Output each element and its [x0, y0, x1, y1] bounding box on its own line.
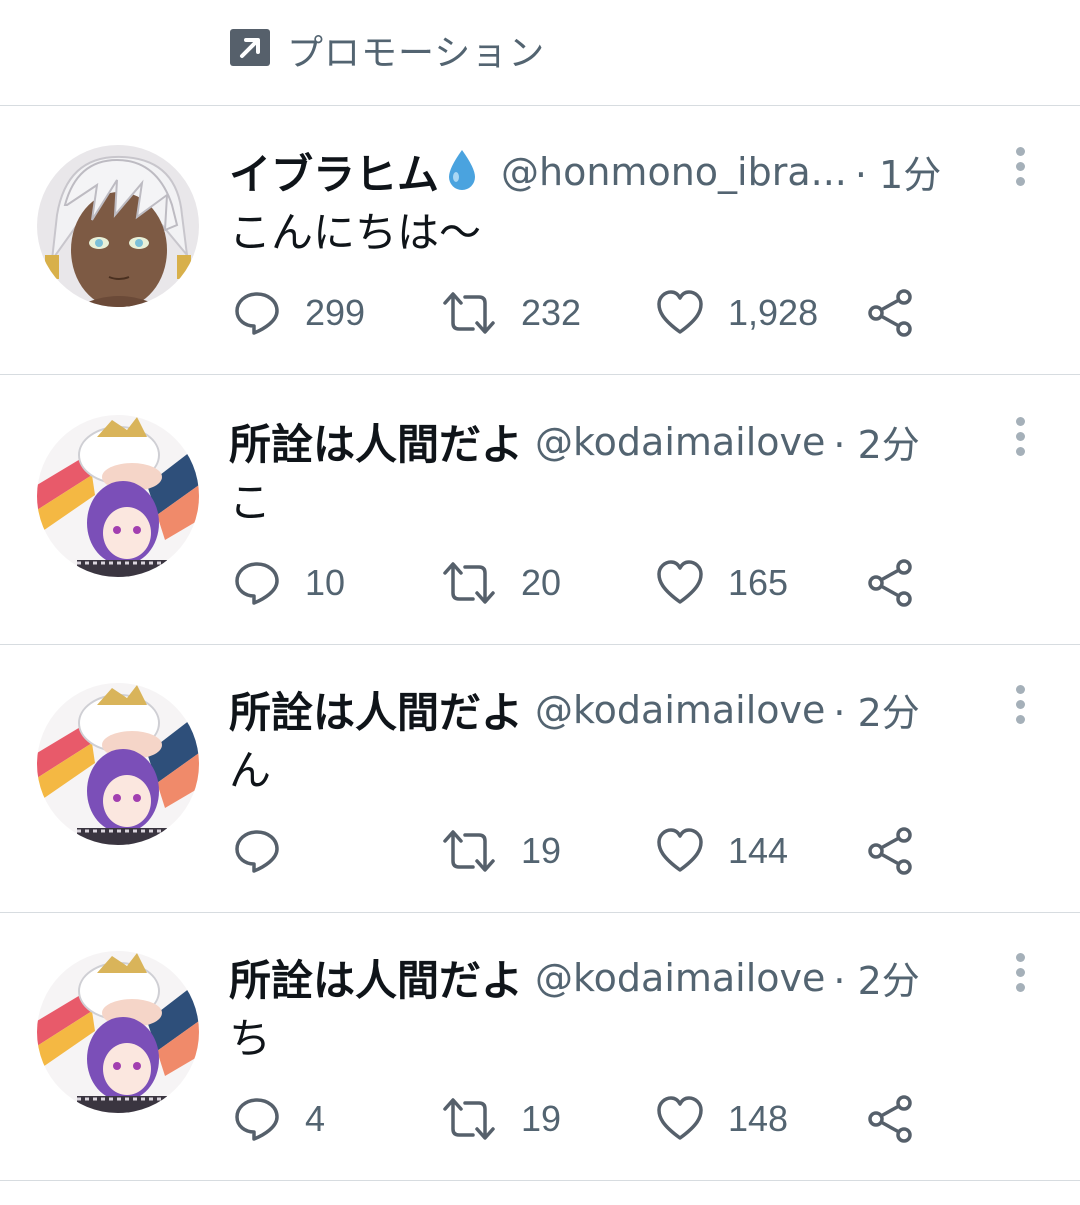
action-bar: 299 232 1,928	[0, 283, 1080, 343]
retweet-icon	[443, 1098, 495, 1140]
tweet-header: 所詮は人間だよ @kodaimailove · 2分	[229, 679, 979, 739]
retweet-button[interactable]: 19	[441, 1089, 561, 1149]
more-vertical-icon[interactable]	[1010, 417, 1030, 463]
like-button[interactable]: 165	[656, 553, 788, 613]
timestamp[interactable]: · 2分	[833, 423, 919, 467]
share-button[interactable]	[866, 553, 916, 613]
timestamp[interactable]: · 2分	[833, 959, 919, 1003]
display-name[interactable]: 所詮は人間だよ	[229, 688, 523, 737]
heart-icon	[657, 290, 703, 334]
reply-icon	[235, 562, 279, 605]
promotion-banner: プロモーション	[0, 0, 1080, 106]
heart-icon	[657, 560, 703, 604]
tweet-text: ち	[229, 1014, 272, 1063]
tweet-text: ん	[229, 746, 272, 795]
share-icon	[868, 289, 912, 337]
share-icon	[868, 1095, 912, 1143]
like-count: 165	[728, 562, 789, 603]
heart-icon	[657, 828, 703, 872]
reply-button[interactable]: 4	[233, 1089, 325, 1149]
share-button[interactable]	[866, 1089, 916, 1149]
handle[interactable]: @kodaimailove	[535, 420, 825, 464]
tweet-header: イブラヒム @honmono_ibra... · 1分	[229, 141, 979, 201]
retweet-count: 19	[521, 1098, 562, 1139]
tweet[interactable]: 所詮は人間だよ @kodaimailove · 2分 ち 4 19 148	[0, 913, 1080, 1181]
retweet-button[interactable]: 232	[441, 283, 581, 343]
retweet-button[interactable]: 19	[441, 821, 561, 881]
tweet[interactable]: イブラヒム @honmono_ibra... · 1分 こんにちは〜 299 232…	[0, 107, 1080, 375]
reply-icon	[235, 830, 279, 873]
like-button[interactable]: 144	[656, 821, 788, 881]
retweet-icon	[443, 292, 495, 334]
retweet-count: 19	[521, 830, 562, 871]
tweet[interactable]: 所詮は人間だよ @kodaimailove · 2分 ん 19 144	[0, 645, 1080, 913]
timestamp[interactable]: · 1分	[855, 153, 941, 197]
like-count: 144	[728, 830, 789, 871]
heart-icon	[657, 1096, 703, 1140]
reply-count: 4	[305, 1098, 326, 1139]
share-button[interactable]	[866, 283, 916, 343]
more-vertical-icon[interactable]	[1010, 147, 1030, 193]
like-count: 1,928	[728, 292, 819, 333]
like-count: 148	[728, 1098, 789, 1139]
action-bar: 10 20 165	[0, 553, 1080, 613]
reply-icon	[235, 1098, 279, 1141]
share-icon	[868, 559, 912, 607]
tweet-text: こんにちは〜	[229, 208, 482, 257]
promoted-arrow-icon	[230, 29, 270, 66]
display-name[interactable]: イブラヒム	[229, 150, 439, 199]
retweet-count: 20	[521, 562, 562, 603]
tweet[interactable]: 所詮は人間だよ @kodaimailove · 2分 こ 10 20 165	[0, 377, 1080, 645]
retweet-count: 232	[521, 292, 582, 333]
action-bar: 4 19 148	[0, 1089, 1080, 1149]
tweet-header: 所詮は人間だよ @kodaimailove · 2分	[229, 947, 979, 1007]
tweet-header: 所詮は人間だよ @kodaimailove · 2分	[229, 411, 979, 471]
reply-icon	[235, 292, 279, 335]
display-name[interactable]: 所詮は人間だよ	[229, 420, 523, 469]
action-bar: 19 144	[0, 821, 1080, 881]
more-vertical-icon[interactable]	[1010, 953, 1030, 999]
share-icon	[868, 827, 912, 875]
reply-button[interactable]: 10	[233, 553, 345, 613]
display-name[interactable]: 所詮は人間だよ	[229, 956, 523, 1005]
droplet-icon	[445, 148, 479, 196]
share-button[interactable]	[866, 821, 916, 881]
handle[interactable]: @honmono_ibra...	[501, 150, 847, 194]
retweet-icon	[443, 562, 495, 604]
handle[interactable]: @kodaimailove	[535, 956, 825, 1000]
like-button[interactable]: 1,928	[656, 283, 818, 343]
retweet-icon	[443, 830, 495, 872]
promotion-label: プロモーション	[287, 33, 546, 74]
reply-count: 10	[305, 562, 346, 603]
reply-button[interactable]	[233, 821, 305, 881]
tweet-text: こ	[229, 478, 272, 527]
like-button[interactable]: 148	[656, 1089, 788, 1149]
reply-count: 299	[305, 292, 366, 333]
retweet-button[interactable]: 20	[441, 553, 561, 613]
more-vertical-icon[interactable]	[1010, 685, 1030, 731]
timestamp[interactable]: · 2分	[833, 691, 919, 735]
handle[interactable]: @kodaimailove	[535, 688, 825, 732]
reply-button[interactable]: 299	[233, 283, 365, 343]
